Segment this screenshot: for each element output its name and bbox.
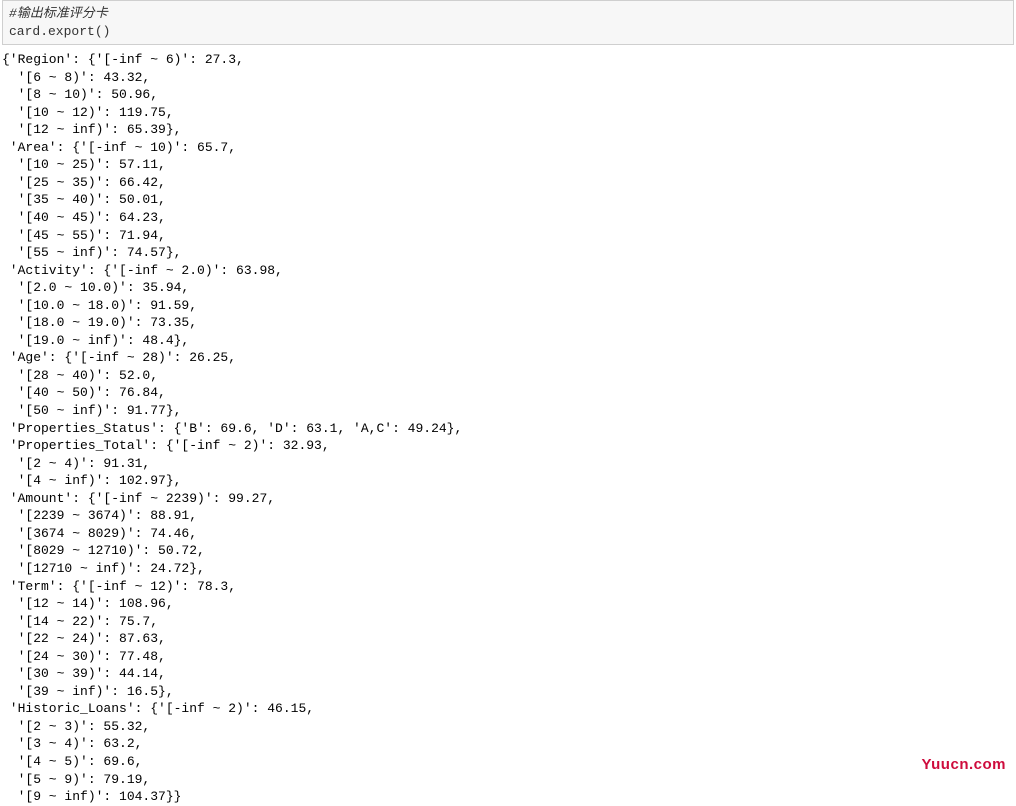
code-input-cell: #输出标准评分卡 card.export() (2, 0, 1014, 45)
code-output-block: {'Region': {'[-inf ~ 6)': 27.3, '[6 ~ 8)… (0, 51, 1016, 806)
code-expression: card.export() (9, 23, 1007, 41)
code-comment: #输出标准评分卡 (9, 5, 1007, 23)
